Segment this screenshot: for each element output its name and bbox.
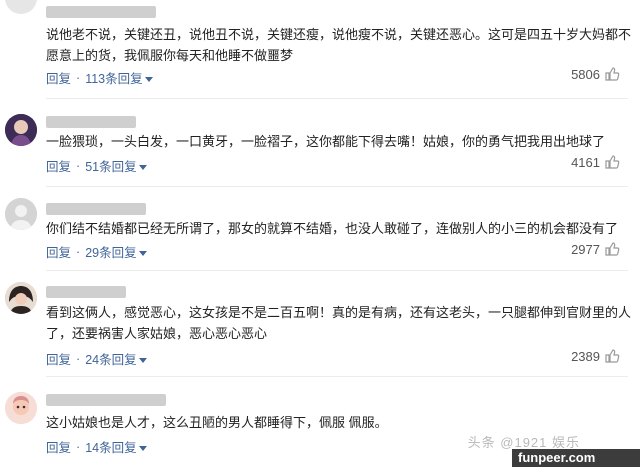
view-replies-link[interactable]: 14条回复 <box>85 437 147 456</box>
replies-count: 24条回复 <box>85 353 137 367</box>
reply-button[interactable]: 回复 <box>46 242 71 261</box>
like-area: 2389 <box>571 348 620 364</box>
chevron-down-icon <box>138 446 147 452</box>
comment-actions: 回复 · 113条回复 <box>46 68 153 87</box>
reply-button[interactable]: 回复 <box>46 156 71 175</box>
like-count: 5806 <box>571 66 600 82</box>
reply-button[interactable]: 回复 <box>46 437 71 456</box>
avatar[interactable] <box>5 282 37 314</box>
avatar[interactable] <box>5 0 37 14</box>
avatar[interactable] <box>5 392 37 424</box>
chevron-down-icon <box>138 358 147 364</box>
view-replies-link[interactable]: 24条回复 <box>85 349 147 368</box>
replies-count: 29条回复 <box>85 246 137 260</box>
comment-actions: 回复 · 51条回复 <box>46 156 147 175</box>
separator-dot: · <box>76 351 81 366</box>
divider <box>46 98 628 99</box>
replies-count: 51条回复 <box>85 160 137 174</box>
avatar-image <box>5 282 37 314</box>
chevron-down-icon <box>144 77 153 83</box>
view-replies-link[interactable]: 113条回复 <box>85 68 153 87</box>
chevron-down-icon <box>138 251 147 257</box>
reply-button[interactable]: 回复 <box>46 349 71 368</box>
separator-dot: · <box>76 158 81 173</box>
divider <box>46 270 628 271</box>
username-blurred[interactable] <box>46 394 166 406</box>
divider <box>46 186 628 187</box>
like-area: 5806 <box>571 66 620 82</box>
divider <box>46 376 628 377</box>
username-blurred[interactable] <box>46 116 136 128</box>
reply-button[interactable]: 回复 <box>46 68 71 87</box>
avatar[interactable] <box>5 114 37 146</box>
watermark-brand: funpeer.com <box>512 449 640 467</box>
like-area: 2977 <box>571 241 620 257</box>
username-blurred[interactable] <box>46 6 156 18</box>
thumbs-up-icon[interactable] <box>604 66 620 82</box>
view-replies-link[interactable]: 51条回复 <box>85 156 147 175</box>
comment-actions: 回复 · 29条回复 <box>46 242 147 261</box>
separator-dot: · <box>76 70 81 85</box>
comment-text: 这小姑娘也是人才，这么丑陋的男人都睡得下，佩服 佩服。 <box>46 415 388 430</box>
comment-text: 一脸猥琐，一头白发，一口黄牙，一脸褶子，这你都能下得去嘴！姑娘，你的勇气把我用出… <box>46 134 606 149</box>
comment-actions: 回复 · 24条回复 <box>46 349 147 368</box>
default-avatar-icon <box>5 198 37 230</box>
username-blurred[interactable] <box>46 286 126 298</box>
comment-text: 你们结不结婚都已经无所谓了，那女的就算不结婚，也没人敢碰了，连做别人的小三的机会… <box>46 221 619 236</box>
like-area: 4161 <box>571 154 620 170</box>
like-count: 2977 <box>571 241 600 257</box>
chevron-down-icon <box>138 165 147 171</box>
avatar-image <box>5 392 37 424</box>
separator-dot: · <box>76 244 81 259</box>
username-blurred[interactable] <box>46 203 146 215</box>
avatar[interactable] <box>5 198 37 230</box>
replies-count: 113条回复 <box>85 72 143 86</box>
comment-actions: 回复 · 14条回复 <box>46 437 147 456</box>
separator-dot: · <box>76 439 81 454</box>
like-count: 2389 <box>571 348 600 364</box>
view-replies-link[interactable]: 29条回复 <box>85 242 147 261</box>
thumbs-up-icon[interactable] <box>604 154 620 170</box>
thumbs-up-icon[interactable] <box>604 348 620 364</box>
avatar-image <box>5 114 37 146</box>
thumbs-up-icon[interactable] <box>604 241 620 257</box>
like-count: 4161 <box>571 154 600 170</box>
replies-count: 14条回复 <box>85 441 137 455</box>
comment-text: 说他老不说，关键还丑，说他丑不说，关键还瘦，说他瘦不说，关键还恶心。这可是四五十… <box>46 27 632 63</box>
comment-text: 看到这俩人，感觉恶心，这女孩是不是二百五啊！真的是有病，还有这老头，一只腿都伸到… <box>46 305 632 341</box>
